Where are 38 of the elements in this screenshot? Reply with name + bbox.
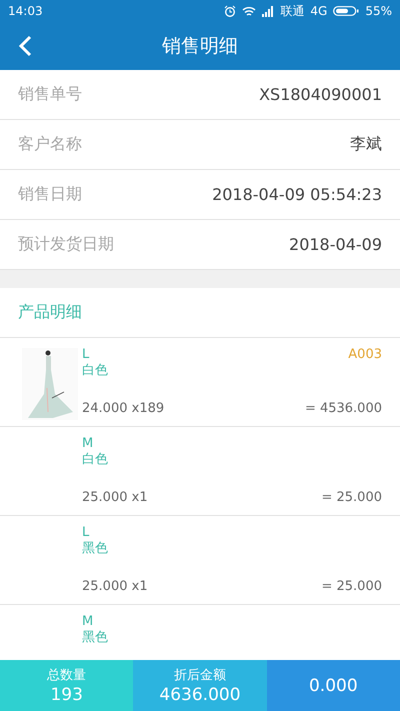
size-label: L	[82, 525, 90, 541]
summary-value: 193	[50, 685, 83, 705]
page-title: 销售明细	[161, 34, 239, 59]
field-value: 2018-04-09 05:54:23	[212, 185, 382, 204]
field-label: 销售日期	[18, 184, 82, 205]
field-label: 客户名称	[18, 134, 82, 155]
product-code: A003	[348, 347, 382, 364]
field-label: 预计发货日期	[18, 234, 114, 255]
field-value: XS1804090001	[259, 85, 382, 104]
field-value: 2018-04-09	[289, 235, 382, 254]
battery-icon	[333, 5, 360, 17]
section-title: 产品明细	[18, 302, 82, 323]
size-label: L	[82, 347, 90, 363]
color-label: 白色	[82, 363, 108, 379]
color-label: 黑色	[82, 541, 108, 557]
status-time: 14:03	[8, 4, 43, 18]
wifi-icon	[242, 5, 256, 17]
field-label: 销售单号	[18, 84, 82, 105]
summary-label: 总数量	[47, 667, 86, 684]
line-amount: = 4536.000	[304, 401, 382, 416]
alarm-icon	[224, 5, 236, 17]
line-amount: = 25.000	[321, 490, 382, 505]
summary-value: 0.000	[308, 676, 358, 696]
size-label: M	[82, 614, 94, 630]
price-quantity: 25.000 x1	[82, 579, 148, 594]
summary-label: 折后金额	[174, 667, 226, 684]
field-value: 李斌	[350, 134, 382, 155]
size-label: M	[82, 436, 94, 452]
price-quantity: 25.000 x1	[82, 490, 148, 505]
price-quantity: 24.000 x189	[82, 401, 164, 416]
color-label: 白色	[82, 452, 108, 468]
battery-percent: 55%	[365, 4, 392, 18]
signal-icon	[262, 5, 274, 17]
summary-value: 4636.000	[159, 685, 241, 705]
line-amount: = 25.000	[321, 579, 382, 594]
network-label: 4G	[310, 4, 328, 18]
color-label: 黑色	[82, 630, 108, 646]
carrier-label: 联通	[280, 2, 304, 20]
